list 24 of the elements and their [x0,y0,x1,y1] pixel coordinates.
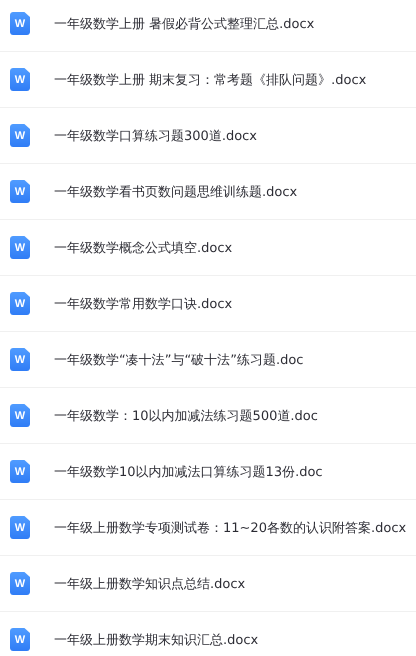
file-name[interactable]: 一年级数学上册 期末复习：常考题《排队问题》.docx [54,70,366,88]
document-icon: W [10,180,30,203]
document-icon: W [10,236,30,259]
document-icon: W [10,572,30,595]
document-icon: W [10,628,30,651]
document-icon: W [10,460,30,483]
file-name[interactable]: 一年级数学10以内加减法口算练习题13份.doc [54,462,323,480]
file-name[interactable]: 一年级数学“凑十法”与“破十法”练习题.doc [54,350,304,368]
document-icon: W [10,124,30,147]
file-name[interactable]: 一年级数学：10以内加减法练习题500道.doc [54,406,318,424]
file-name[interactable]: 一年级上册数学专项测试卷：11~20各数的认识附答案.docx [54,518,406,536]
document-icon: W [10,12,30,35]
document-icon: W [10,292,30,315]
file-name[interactable]: 一年级数学口算练习题300道.docx [54,126,257,144]
document-icon: W [10,404,30,427]
file-name[interactable]: 一年级数学上册 暑假必背公式整理汇总.docx [54,14,314,32]
file-name[interactable]: 一年级上册数学知识点总结.docx [54,574,246,592]
file-name[interactable]: 一年级上册数学期末知识汇总.docx [54,630,258,648]
document-icon: W [10,348,30,371]
document-icon: W [10,68,30,91]
file-name[interactable]: 一年级数学概念公式填空.docx [54,238,232,256]
file-name[interactable]: 一年级数学看书页数问题思维训练题.docx [54,182,298,200]
document-icon: W [10,516,30,539]
file-name[interactable]: 一年级数学常用数学口诀.docx [54,294,232,312]
